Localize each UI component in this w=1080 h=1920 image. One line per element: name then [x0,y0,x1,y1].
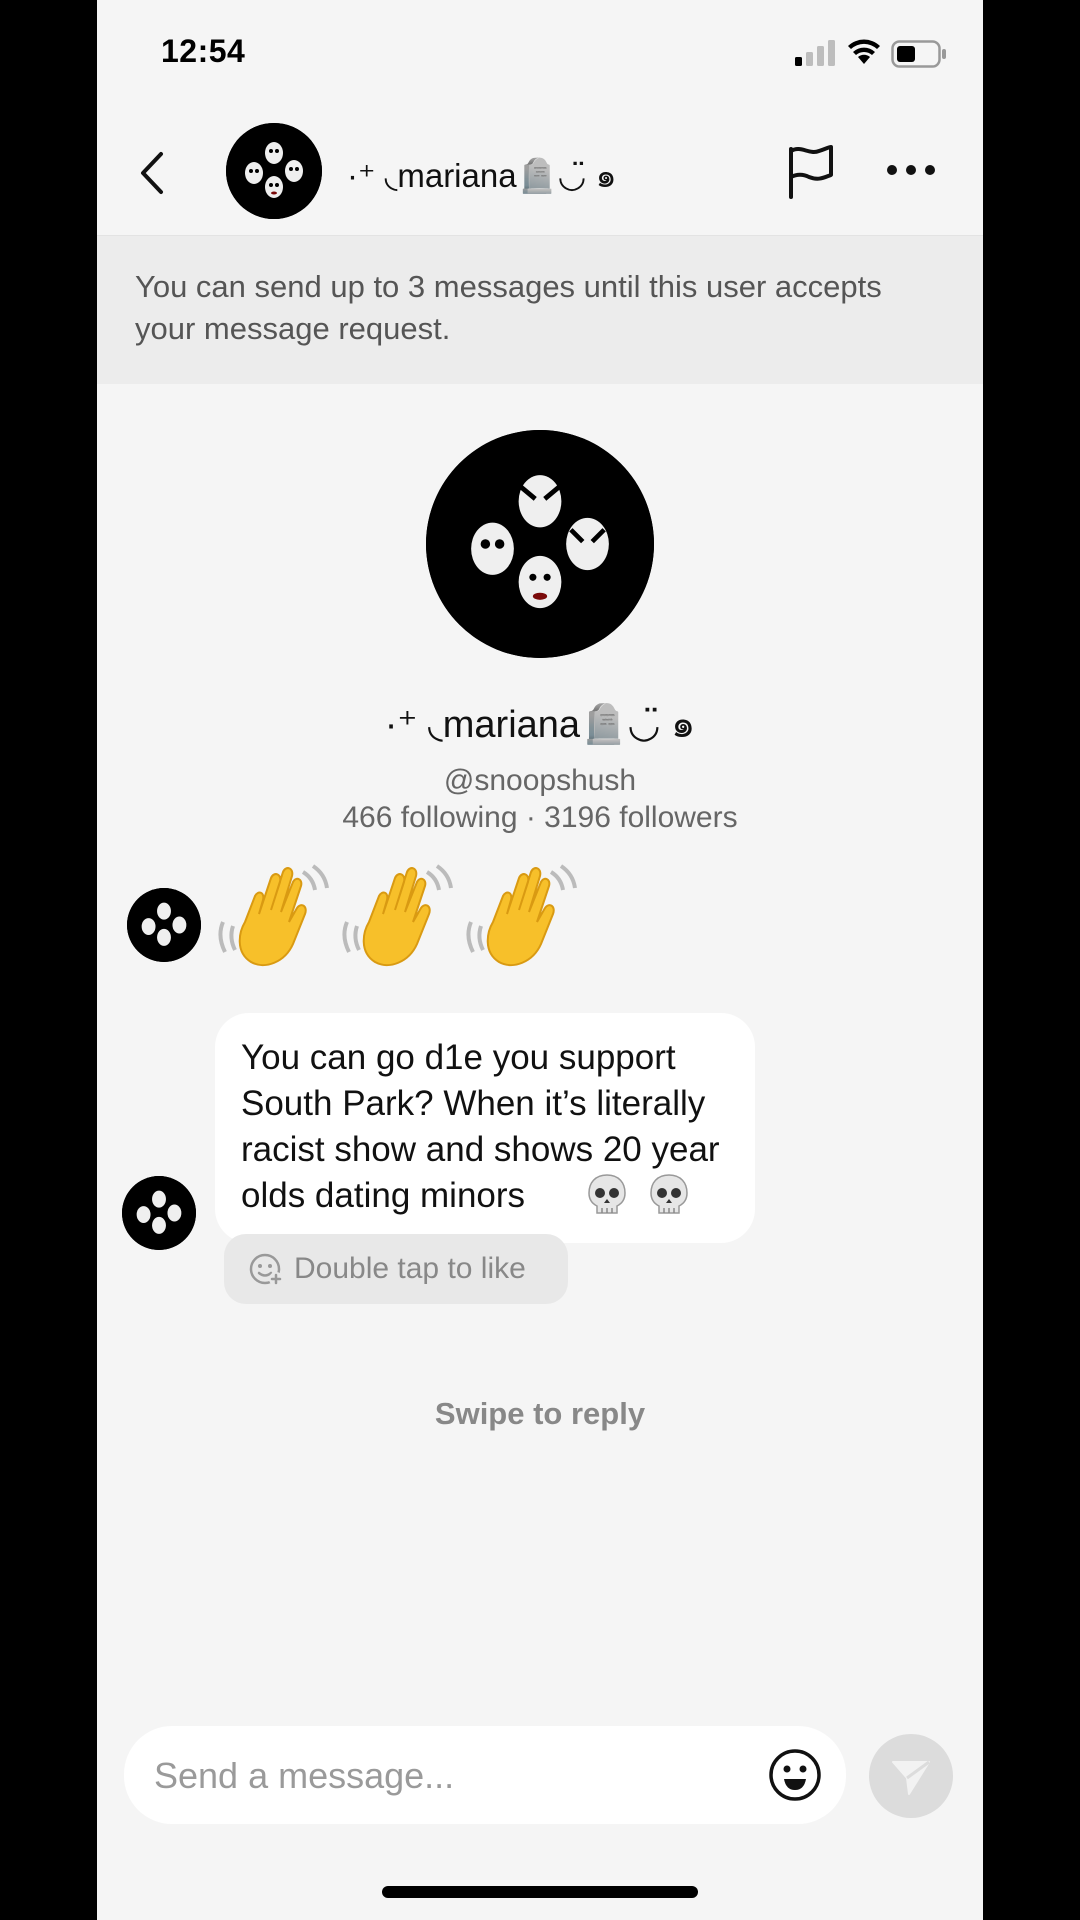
battery-icon [891,40,946,68]
chat-screen: 12:54 ·⁺ ◟mariana🪦◡̈ ๑ You can send up t… [97,0,983,1920]
back-button[interactable] [127,145,177,201]
waving-hand-icon [342,864,453,967]
status-time: 12:54 [161,33,246,69]
message-composer [124,1726,846,1824]
wifi-icon [848,39,880,64]
band-faces-image [127,888,201,962]
home-indicator [382,1886,698,1898]
profile-name: ·⁺ ◟mariana🪦◡̈ ๑ [384,704,696,746]
profile-handle: @snoopshush [443,764,637,797]
profile-stats: 466 following · 3196 followers [342,801,738,834]
send-arrow-icon [892,1760,930,1795]
contact-name[interactable]: ·⁺ ◟mariana🪦◡̈ ๑ [347,149,617,202]
chevron-left-icon [141,152,163,194]
contact-avatar[interactable] [226,123,322,219]
smiley-face-icon [769,1749,821,1801]
more-horizontal-icon [887,165,935,175]
sender-avatar[interactable] [122,1176,196,1250]
emoji-button[interactable] [768,1748,822,1802]
sender-avatar[interactable] [127,888,201,962]
add-reaction-icon [249,1253,283,1286]
message-input[interactable] [152,1748,736,1804]
skull-icon [588,1174,626,1214]
swipe-to-reply-hint: Swipe to reply [434,1396,646,1431]
waving-hand-icon [466,864,577,967]
more-options-button[interactable] [885,155,937,185]
like-hint-text: Double tap to like [294,1252,526,1285]
double-tap-like-hint[interactable]: Double tap to like [224,1234,568,1304]
emoji-message[interactable] [215,852,581,972]
message-trailing-emoji [587,1173,689,1217]
status-bar: 12:54 [97,0,983,105]
flag-icon [789,145,833,199]
cellular-signal-icon [795,40,835,66]
band-faces-image [426,430,654,658]
text-message-bubble[interactable]: You can go d1e you support South Park? W… [215,1013,755,1243]
band-faces-image [122,1176,196,1250]
message-request-notice: You can send up to 3 messages until this… [97,236,983,384]
skull-icon [650,1174,688,1214]
waving-hand-icon [218,864,329,967]
band-faces-image [226,123,322,219]
report-button[interactable] [785,143,835,199]
chat-header: ·⁺ ◟mariana🪦◡̈ ๑ [97,105,983,236]
send-button[interactable] [869,1734,953,1818]
profile-avatar[interactable] [426,430,654,658]
notice-text: You can send up to 3 messages until this… [135,269,882,346]
